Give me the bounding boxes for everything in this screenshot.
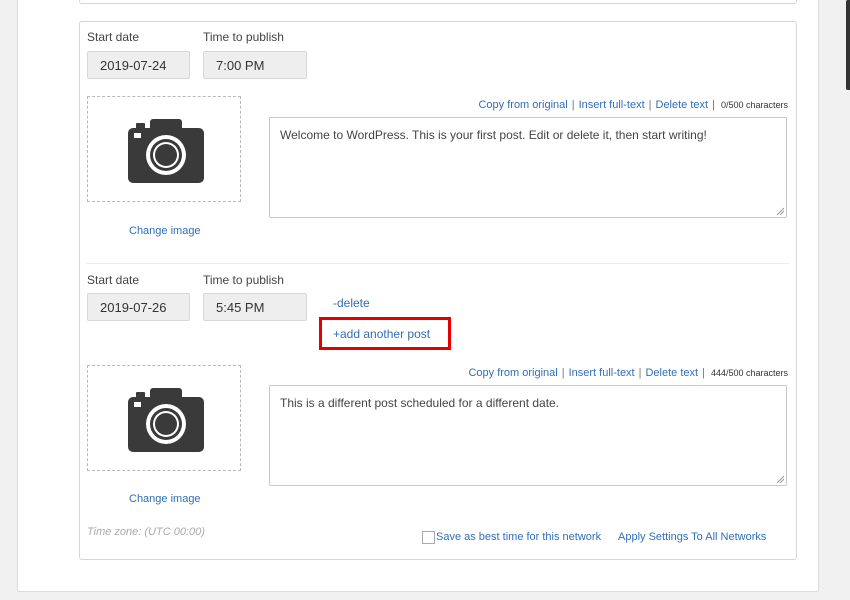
previous-section-box — [79, 0, 797, 4]
resize-grip-icon[interactable] — [776, 207, 784, 215]
resize-grip-icon[interactable] — [776, 475, 784, 483]
time-input[interactable]: 7:00 PM — [203, 51, 307, 79]
change-image-link[interactable]: Change image — [129, 225, 201, 237]
time-label: Time to publish — [203, 30, 284, 44]
start-date-input[interactable]: 2019-07-26 — [87, 293, 190, 321]
camera-icon — [128, 388, 204, 452]
side-scroll-handle[interactable] — [846, 0, 850, 90]
start-date-label: Start date — [87, 273, 140, 287]
highlight-box — [319, 317, 451, 350]
text-toolbar: Copy from original | Insert full-text | Dele… — [478, 99, 788, 111]
delete-text-link[interactable]: Delete text — [656, 99, 709, 111]
text-toolbar: Copy from original | Insert full-text | Dele… — [468, 367, 788, 379]
character-count: 0/500 characters — [720, 100, 788, 110]
timezone-note: Time zone: (UTC 00:00) — [87, 526, 205, 538]
copy-from-original-link[interactable]: Copy from original — [478, 99, 567, 111]
delete-text-link[interactable]: Delete text — [645, 367, 698, 379]
post-text: Welcome to WordPress. This is your first… — [280, 128, 707, 142]
post-text: This is a different post scheduled for a… — [280, 396, 560, 410]
image-placeholder[interactable] — [87, 365, 241, 471]
camera-icon — [128, 119, 204, 183]
delete-post-link[interactable]: -delete — [333, 296, 370, 310]
time-input[interactable]: 5:45 PM — [203, 293, 307, 321]
character-count: 444/500 characters — [710, 368, 788, 378]
post-divider — [86, 263, 789, 264]
best-time-checkbox[interactable] — [422, 531, 435, 544]
copy-from-original-link[interactable]: Copy from original — [468, 367, 557, 379]
image-placeholder[interactable] — [87, 96, 241, 202]
change-image-link[interactable]: Change image — [129, 493, 201, 505]
insert-full-text-link[interactable]: Insert full-text — [569, 367, 635, 379]
time-label: Time to publish — [203, 273, 284, 287]
start-date-input[interactable]: 2019-07-24 — [87, 51, 190, 79]
insert-full-text-link[interactable]: Insert full-text — [579, 99, 645, 111]
start-date-label: Start date — [87, 30, 140, 44]
post-text-area[interactable]: This is a different post scheduled for a… — [269, 385, 787, 486]
apply-all-networks-link[interactable]: Apply Settings To All Networks — [618, 531, 766, 543]
post-text-area[interactable]: Welcome to WordPress. This is your first… — [269, 117, 787, 218]
best-time-label[interactable]: Save as best time for this network — [436, 531, 601, 543]
